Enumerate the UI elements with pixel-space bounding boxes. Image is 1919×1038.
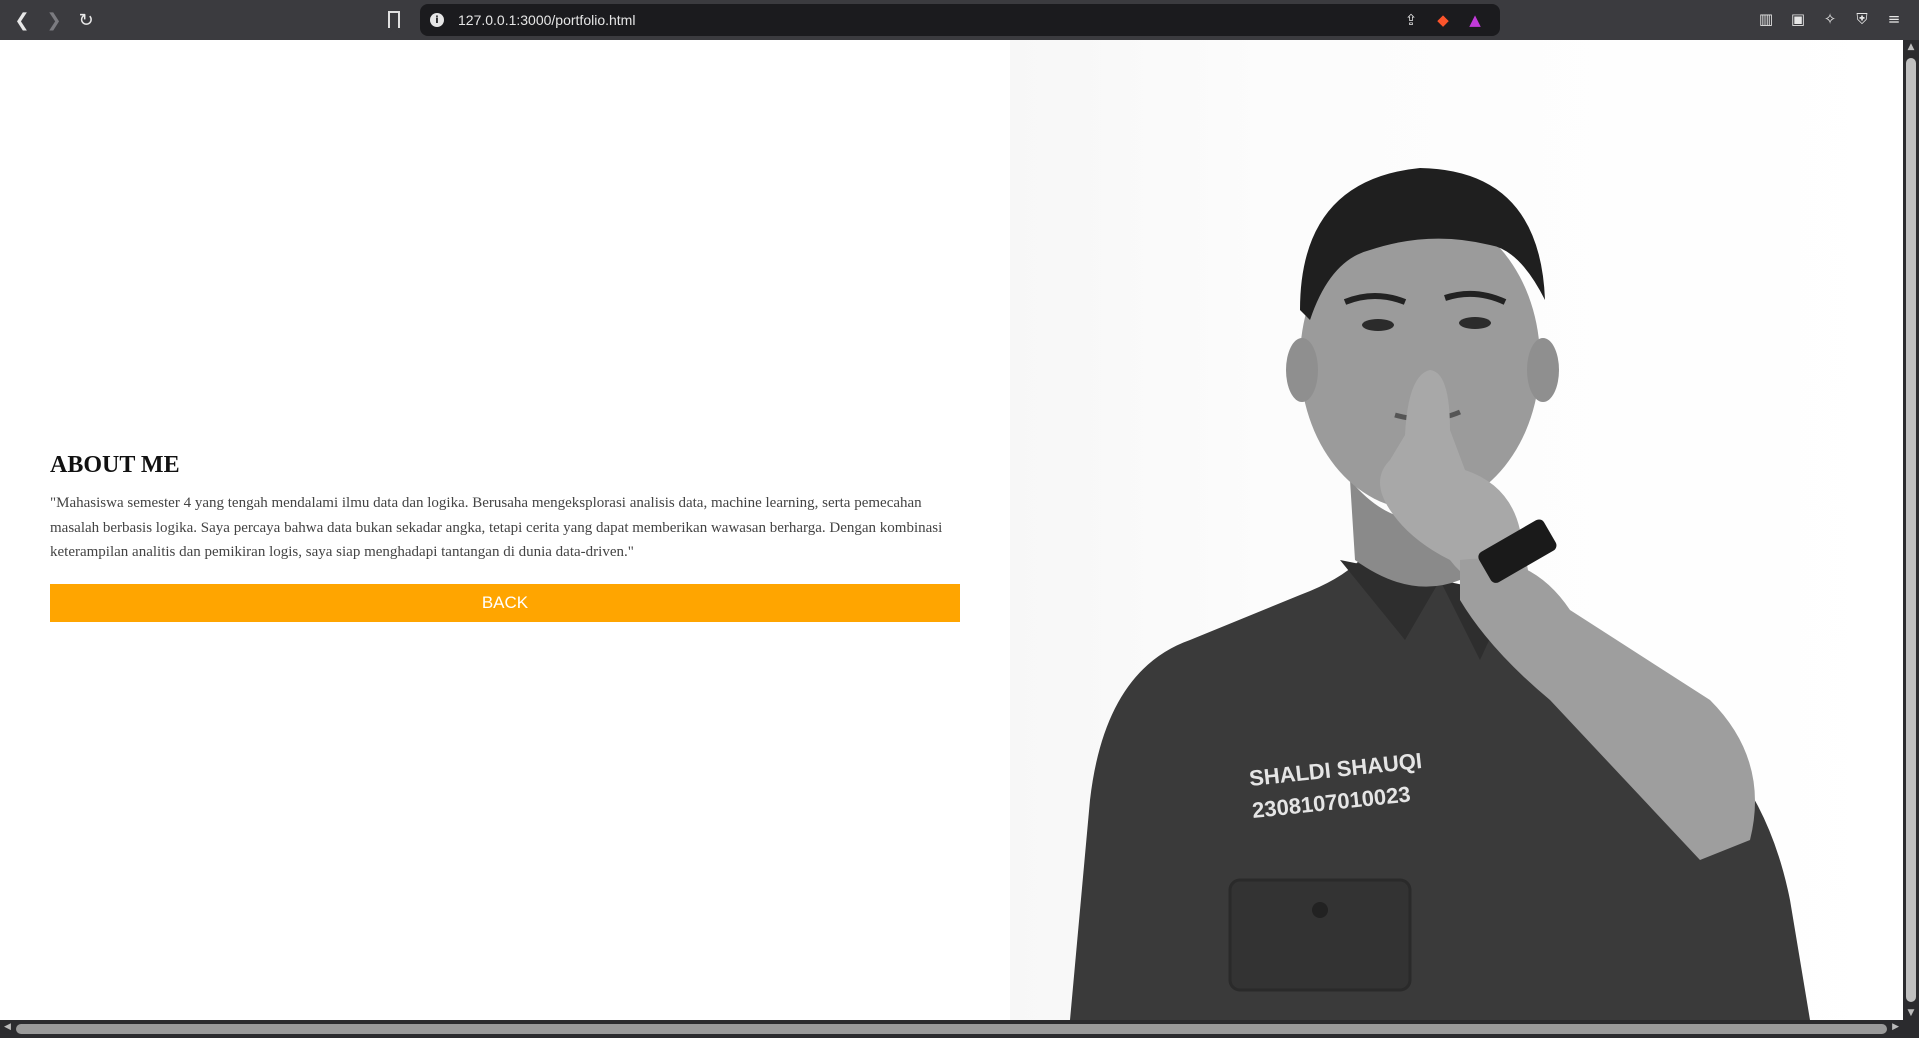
brave-shield-icon[interactable]: ◆ <box>1432 9 1454 31</box>
profile-photo-illustration: SHALDI SHAUQI 2308107010023 <box>1070 168 1810 1020</box>
scroll-up-icon[interactable]: ▲ <box>1903 42 1919 52</box>
address-bar[interactable]: i 127.0.0.1:3000/portfolio.html ⇪ ◆ ▲ <box>420 4 1500 36</box>
leo-ai-icon[interactable]: ✧ <box>1819 8 1841 30</box>
bookmark-icon[interactable] <box>388 11 400 34</box>
vertical-scroll-thumb[interactable] <box>1906 58 1916 1002</box>
profile-photo: SHALDI SHAUQI 2308107010023 <box>1010 40 1903 1020</box>
back-button[interactable]: BACK <box>50 583 960 622</box>
brave-rewards-icon[interactable]: ▲ <box>1464 9 1486 31</box>
site-info-icon[interactable]: i <box>430 13 444 27</box>
back-nav-icon[interactable]: ❮ <box>8 6 36 34</box>
page-content: ABOUT ME "Mahasiswa semester 4 yang teng… <box>0 40 1903 1020</box>
scroll-right-icon[interactable]: ▶ <box>1892 1022 1899 1032</box>
sidebar-icon[interactable]: ▥ <box>1755 8 1777 30</box>
about-text: "Mahasiswa semester 4 yang tengah mendal… <box>50 495 943 560</box>
scroll-down-icon[interactable]: ▼ <box>1903 1008 1919 1018</box>
vertical-scrollbar[interactable]: ▲ ▼ <box>1903 40 1919 1020</box>
forward-nav-icon[interactable]: ❯ <box>40 6 68 34</box>
browser-toolbar: ❮ ❯ ↻ i 127.0.0.1:3000/portfolio.html ⇪ … <box>0 0 1919 40</box>
about-section: ABOUT ME "Mahasiswa semester 4 yang teng… <box>50 452 960 622</box>
about-title: ABOUT ME <box>50 452 180 478</box>
url-text[interactable]: 127.0.0.1:3000/portfolio.html <box>458 12 635 28</box>
vpn-icon[interactable]: ⛨ <box>1851 8 1873 30</box>
reload-icon[interactable]: ↻ <box>72 6 100 34</box>
horizontal-scrollbar[interactable]: ◀ ▶ <box>0 1020 1919 1038</box>
wallet-icon[interactable]: ▣ <box>1787 8 1809 30</box>
menu-icon[interactable]: ≡ <box>1883 8 1905 30</box>
share-icon[interactable]: ⇪ <box>1400 9 1422 31</box>
scroll-left-icon[interactable]: ◀ <box>4 1022 11 1032</box>
horizontal-scroll-thumb[interactable] <box>16 1024 1887 1034</box>
